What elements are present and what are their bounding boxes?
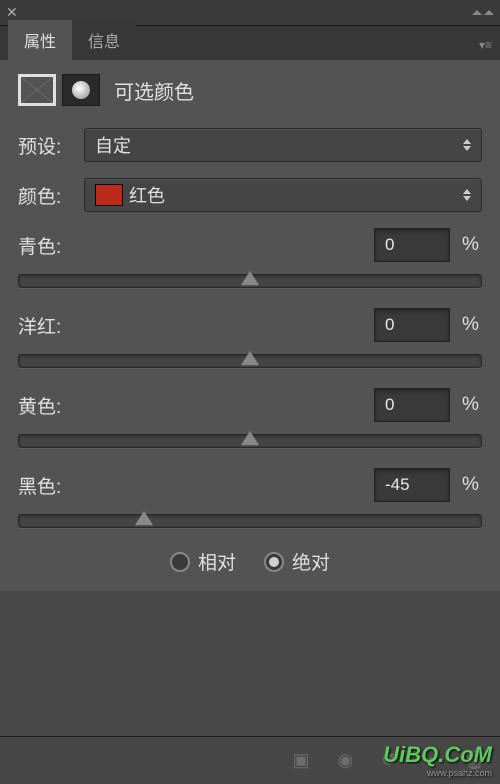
preset-select[interactable]: 自定 <box>84 128 482 162</box>
collapse-icon[interactable] <box>472 10 494 15</box>
delete-icon[interactable]: 🗑 <box>463 750 486 771</box>
close-icon[interactable]: ✕ <box>6 4 18 21</box>
percent-sign: % <box>462 394 482 416</box>
yellow-thumb[interactable] <box>241 431 259 445</box>
yellow-input[interactable] <box>374 388 450 422</box>
magenta-track[interactable] <box>18 354 482 368</box>
black-label: 黑色: <box>18 472 61 499</box>
percent-sign: % <box>462 234 482 256</box>
radio-btn-absolute <box>264 552 284 572</box>
panel-content: 可选颜色 预设: 自定 颜色: 红色 青色: % 洋红: <box>0 60 500 591</box>
previous-icon[interactable]: ◔ <box>424 750 435 771</box>
visibility-icon[interactable]: ◉ <box>337 750 353 771</box>
percent-sign: % <box>462 474 482 496</box>
black-track[interactable] <box>18 514 482 528</box>
color-select[interactable]: 红色 <box>84 178 482 212</box>
yellow-track[interactable] <box>18 434 482 448</box>
slider-cyan: 青色: % <box>18 228 482 288</box>
radio-label-relative: 相对 <box>198 548 236 575</box>
preset-value: 自定 <box>95 132 131 158</box>
method-radio-group: 相对 绝对 <box>18 548 482 575</box>
radio-label-absolute: 绝对 <box>292 548 330 575</box>
magenta-label: 洋红: <box>18 312 61 339</box>
color-swatch <box>95 184 123 206</box>
radio-btn-relative <box>170 552 190 572</box>
clip-icon[interactable]: ▣ <box>292 750 309 771</box>
percent-sign: % <box>462 314 482 336</box>
slider-black: 黑色: % <box>18 468 482 528</box>
slider-magenta: 洋红: % <box>18 308 482 368</box>
color-label: 颜色: <box>18 182 74 209</box>
panel-footer: ▣ ◉ ↺ ◔ 🗑 <box>0 736 500 784</box>
black-thumb[interactable] <box>135 511 153 525</box>
tab-bar: 属性 信息 ▾≡ <box>0 26 500 60</box>
cyan-track[interactable] <box>18 274 482 288</box>
color-value: 红色 <box>129 182 165 208</box>
tab-info[interactable]: 信息 <box>72 20 136 60</box>
reset-icon[interactable]: ↺ <box>381 750 396 771</box>
cyan-label: 青色: <box>18 232 61 259</box>
tab-properties[interactable]: 属性 <box>8 20 72 60</box>
mask-icon[interactable] <box>62 74 100 106</box>
preset-label: 预设: <box>18 132 74 159</box>
magenta-input[interactable] <box>374 308 450 342</box>
black-input[interactable] <box>374 468 450 502</box>
magenta-thumb[interactable] <box>241 351 259 365</box>
dropdown-arrows-icon <box>463 139 471 151</box>
yellow-label: 黄色: <box>18 392 61 419</box>
slider-yellow: 黄色: % <box>18 388 482 448</box>
radio-absolute[interactable]: 绝对 <box>264 548 330 575</box>
radio-relative[interactable]: 相对 <box>170 548 236 575</box>
dropdown-arrows-icon <box>463 189 471 201</box>
adjustment-type-icon[interactable] <box>18 74 56 106</box>
panel-menu-icon[interactable]: ▾≡ <box>479 38 492 60</box>
cyan-input[interactable] <box>374 228 450 262</box>
panel-title: 可选颜色 <box>114 76 194 105</box>
cyan-thumb[interactable] <box>241 271 259 285</box>
